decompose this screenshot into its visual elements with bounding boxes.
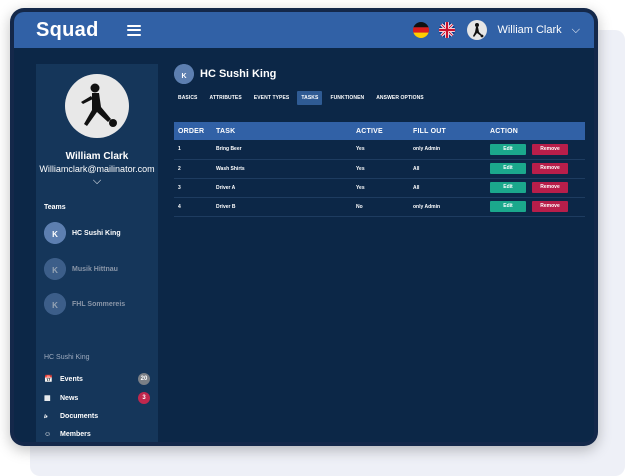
tab-answer-options[interactable]: ANSWER OPTIONS <box>372 91 428 105</box>
edit-button[interactable]: Edit <box>490 201 526 212</box>
user-name[interactable]: William Clark <box>497 24 561 36</box>
remove-button[interactable]: Remove <box>532 201 568 212</box>
tab-attributes[interactable]: ATTRIBUTES <box>206 91 246 105</box>
sidebar-item-documents[interactable]: ⭟ Documents <box>44 412 150 421</box>
sidebar-item-label: Documents <box>60 412 99 420</box>
team-name: HC Sushi King <box>72 229 121 237</box>
task-cell: Bring Beer <box>212 140 352 160</box>
fill-out-cell: All <box>409 159 486 179</box>
top-bar: Squad William Clark ⌵ <box>14 12 594 48</box>
table-row: 3 Driver A Yes All Edit Remove <box>174 178 585 198</box>
page-title: HC Sushi King <box>200 68 277 80</box>
order-cell: 1 <box>174 140 212 160</box>
chevron-down-icon[interactable]: ⌵ <box>572 24 580 37</box>
sidebar-item-members[interactable]: ☺ Members <box>44 431 150 438</box>
teams-label: Teams <box>44 204 66 211</box>
club-section-label: HC Sushi King <box>44 354 90 361</box>
fill-out-cell: All <box>409 178 486 198</box>
sidebar-item-label: Events <box>60 375 83 383</box>
sidebar-item-news[interactable]: ▦ News 3 <box>44 392 150 404</box>
remove-button[interactable]: Remove <box>532 163 568 174</box>
remove-button[interactable]: Remove <box>532 143 568 155</box>
tab-basics[interactable]: BASICS <box>174 91 202 105</box>
column-header-active: ACTIVE <box>356 127 383 135</box>
column-header-order: ORDER <box>178 127 205 135</box>
task-cell: Driver A <box>212 178 352 198</box>
column-header-fill-out: FILL OUT <box>413 127 446 135</box>
profile-avatar <box>65 74 129 138</box>
edit-button[interactable]: Edit <box>490 163 526 174</box>
app-screen: Squad William Clark ⌵ William Clark Will… <box>14 12 594 442</box>
svg-text:K: K <box>52 301 58 310</box>
order-cell: 2 <box>174 159 212 179</box>
action-cell: Edit Remove <box>486 197 585 217</box>
remove-button[interactable]: Remove <box>532 182 568 193</box>
order-cell: 4 <box>174 197 212 217</box>
tab-event-types[interactable]: EVENT TYPES <box>250 91 294 105</box>
svg-text:K: K <box>52 230 58 239</box>
active-cell: Yes <box>352 178 409 198</box>
table-row: 4 Driver B No only Admin Edit Remove <box>174 197 585 217</box>
active-cell: Yes <box>352 159 409 179</box>
team-logo-icon: K <box>44 293 66 315</box>
active-cell: Yes <box>352 140 409 160</box>
action-cell: Edit Remove <box>486 178 585 198</box>
column-header-action: ACTION <box>490 127 519 135</box>
fill-out-cell: only Admin <box>409 140 486 160</box>
team-name: FHL Sommereis <box>72 300 126 308</box>
sidebar-item-label: News <box>60 394 79 402</box>
uk-flag-icon[interactable] <box>439 22 456 38</box>
action-cell: Edit Remove <box>486 159 585 179</box>
tab-funktionen[interactable]: FUNKTIONEN <box>326 91 368 105</box>
top-right-controls: William Clark ⌵ <box>413 20 580 40</box>
edit-button[interactable]: Edit <box>490 143 526 155</box>
app-logo[interactable]: Squad <box>36 19 99 42</box>
sidebar-item-events[interactable]: 📅 Events 20 <box>44 373 150 385</box>
edit-button[interactable]: Edit <box>490 182 526 193</box>
documents-icon: ⭟ <box>44 413 48 420</box>
table-row: 2 Wash Shirts Yes All Edit Remove <box>174 159 585 179</box>
svg-text:K: K <box>52 266 58 275</box>
team-header: K HC Sushi King <box>174 64 428 84</box>
tab-tasks[interactable]: TASKS <box>297 91 323 105</box>
table-row: 1 Bring Beer Yes only Admin Edit Remove <box>174 140 585 160</box>
svg-text:K: K <box>181 73 186 80</box>
team-item-fhl-sommereis[interactable]: K FHL Sommereis <box>44 293 125 315</box>
events-count-badge: 20 <box>138 373 150 385</box>
sidebar: William Clark Williamclark@mailinator.co… <box>36 64 158 442</box>
user-avatar[interactable] <box>467 20 488 40</box>
fill-out-cell: only Admin <box>409 197 486 217</box>
device-frame: Squad William Clark ⌵ William Clark Will… <box>10 8 598 446</box>
order-cell: 3 <box>174 178 212 198</box>
main-content: K HC Sushi King BASICS ATTRIBUTES EVENT … <box>174 64 428 105</box>
team-item-musik-hittnau[interactable]: K Musik Hittnau <box>44 258 118 280</box>
team-item-hc-sushi-king[interactable]: K HC Sushi King <box>44 222 121 244</box>
profile-name: William Clark <box>65 151 129 162</box>
hamburger-menu-icon[interactable] <box>126 24 141 36</box>
table-header-row: ORDER TASK ACTIVE FILL OUT ACTION <box>174 122 585 140</box>
news-icon: ▦ <box>44 395 51 402</box>
team-logo-icon: K <box>44 222 66 244</box>
calendar-icon: 📅 <box>44 376 53 383</box>
column-header-task: TASK <box>216 127 236 135</box>
team-logo-icon: K <box>174 64 194 84</box>
german-flag-icon[interactable] <box>413 22 430 38</box>
tasks-table: ORDER TASK ACTIVE FILL OUT ACTION 1 Brin… <box>174 122 585 217</box>
team-name: Musik Hittnau <box>72 265 118 273</box>
active-cell: No <box>352 197 409 217</box>
news-count-badge: 3 <box>138 392 150 404</box>
tab-bar: BASICS ATTRIBUTES EVENT TYPES TASKS FUNK… <box>174 91 428 105</box>
sidebar-item-label: Members <box>60 431 91 438</box>
team-logo-icon: K <box>44 258 66 280</box>
profile-email: Williamclark@mailinator.com <box>39 164 155 174</box>
expand-profile-chevron-icon[interactable]: ⌵ <box>36 175 158 188</box>
task-cell: Wash Shirts <box>212 159 352 179</box>
action-cell: Edit Remove <box>486 140 585 160</box>
task-cell: Driver B <box>212 197 352 217</box>
members-icon: ☺ <box>44 431 52 438</box>
